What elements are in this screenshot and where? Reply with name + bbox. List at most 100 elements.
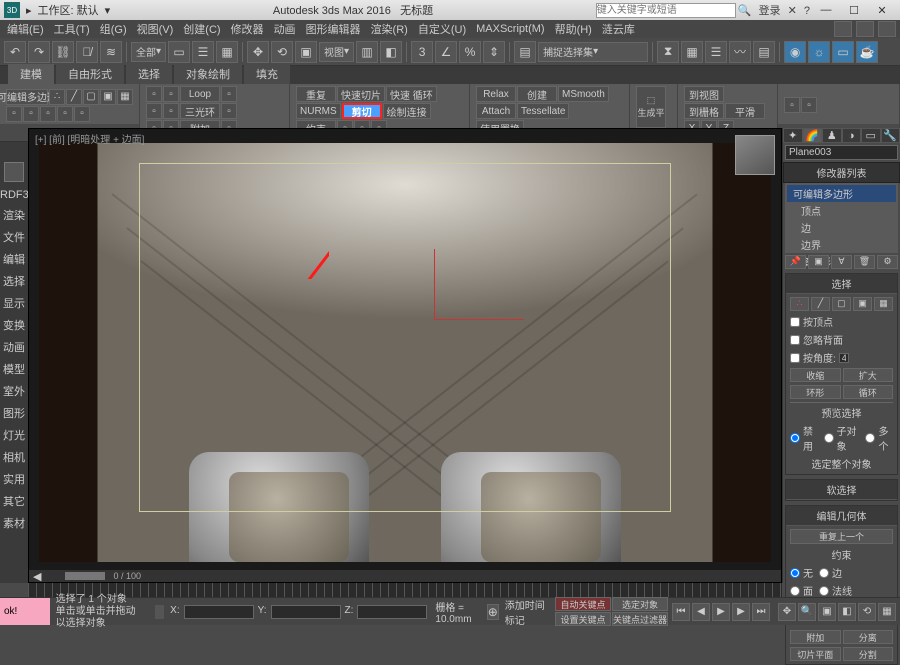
pm-b5[interactable]: ▫ [74, 106, 90, 122]
ms-i6[interactable]: ▫ [221, 103, 237, 119]
rollout-editgeo-header[interactable]: 编辑几何体 [786, 506, 897, 526]
select-object-button[interactable]: ▭ [168, 41, 190, 63]
byangle-checkbox[interactable] [790, 353, 800, 363]
tab-hierarchy[interactable]: ♟ [822, 128, 842, 143]
refcoord-dropdown[interactable]: 视图 ▾ [319, 42, 354, 62]
fov-button[interactable]: ◧ [838, 603, 856, 621]
menu-rendering[interactable]: 渲染(R) [368, 21, 411, 37]
stack-editable-poly[interactable]: 可编辑多边形 [787, 185, 896, 202]
stack-remove-button[interactable]: 🗑 [854, 255, 875, 269]
addtime-label[interactable]: 添加时间标记 [505, 597, 545, 627]
ribtab-selection[interactable]: 选择 [126, 64, 172, 84]
gencap-button[interactable]: ⬚生成平 [636, 86, 666, 128]
edge-so-button[interactable]: ╱ [66, 89, 82, 105]
percent-snap-button[interactable]: % [459, 41, 481, 63]
loop-sel-button[interactable]: 循环 [843, 385, 894, 399]
left-transform[interactable]: 变换 [0, 314, 28, 336]
pm-b2[interactable]: ▫ [23, 106, 39, 122]
quickloop-button[interactable]: 快速 循环 [386, 86, 437, 102]
ignoreback-checkbox[interactable] [790, 335, 800, 345]
left-select[interactable]: 选择 [0, 270, 28, 292]
nurms-button[interactable]: NURMS [296, 103, 341, 119]
menu-maxscript[interactable]: MAXScript(M) [473, 23, 547, 35]
left-outdoor[interactable]: 室外 [0, 380, 28, 402]
poly-so-button[interactable]: ▣ [100, 89, 116, 105]
zoom-extents-button[interactable]: ▣ [818, 603, 836, 621]
ms-i2[interactable]: ▫ [163, 86, 179, 102]
ribtab-objectpaint[interactable]: 对象绘制 [174, 64, 242, 84]
spinner-snap-button[interactable]: ⇕ [483, 41, 505, 63]
named-selection-dropdown[interactable]: 捕捉选择集 ▾ [538, 42, 648, 62]
stack-edge[interactable]: 边 [787, 219, 896, 236]
left-file[interactable]: 文件 [0, 226, 28, 248]
play-button[interactable]: ▶ [712, 603, 730, 621]
left-light[interactable]: 灯光 [0, 424, 28, 446]
rollout-selection-header[interactable]: 选择 [786, 274, 897, 294]
attach-button[interactable]: Attach [476, 103, 516, 119]
render-frame-button[interactable]: ▭ [832, 41, 854, 63]
menu-group[interactable]: 组(G) [97, 21, 130, 37]
render-prod-button[interactable]: ☕ [856, 41, 878, 63]
c-normal-radio[interactable] [819, 586, 829, 596]
object-name-field[interactable]: Plane003 [785, 145, 898, 160]
exchange-icon[interactable]: ✕ [788, 5, 797, 17]
viewport-scroll-x[interactable]: ◀0 / 100 [29, 570, 781, 582]
align-grid-button[interactable]: 到栅格 [684, 103, 724, 119]
viewcube[interactable] [735, 135, 775, 175]
so-vertex-button[interactable]: ∴ [790, 297, 809, 311]
modifier-stack[interactable]: 可编辑多边形 顶点 边 边界 多边形 元素 [785, 183, 898, 253]
menu-animation[interactable]: 动画 [271, 21, 299, 37]
layers-button[interactable]: ☰ [705, 41, 727, 63]
ring-button[interactable]: 三光环 [180, 103, 220, 119]
quickslice-button[interactable]: 快速切片 [337, 86, 385, 102]
border-so-button[interactable]: ▢ [83, 89, 99, 105]
menu-modifiers[interactable]: 修改器 [228, 21, 267, 37]
vertex-so-button[interactable]: ∴ [49, 89, 65, 105]
shrink-button[interactable]: 收缩 [790, 368, 841, 382]
goto-start-button[interactable]: ⏮ [672, 603, 690, 621]
selection-filter-dropdown[interactable]: 全部 ▾ [131, 42, 166, 62]
stack-pin-button[interactable]: 📌 [785, 255, 806, 269]
coord-z[interactable] [357, 605, 427, 619]
ws-arrow-icon[interactable]: ▸ [26, 4, 32, 17]
prev-frame-button[interactable]: ◀ [692, 603, 710, 621]
coord-y[interactable] [271, 605, 341, 619]
stack-unique-button[interactable]: ∀ [831, 255, 852, 269]
byvertex-checkbox[interactable] [790, 317, 800, 327]
create-button[interactable]: 创建 [517, 86, 557, 102]
stack-show-button[interactable]: ▣ [808, 255, 829, 269]
repeat-button[interactable]: 重复 [296, 86, 336, 102]
menu-edit[interactable]: 编辑(E) [4, 21, 47, 37]
ribtab-modeling[interactable]: 建模 [8, 64, 54, 84]
pm-b1[interactable]: ▫ [6, 106, 22, 122]
select-rotate-button[interactable]: ⟲ [271, 41, 293, 63]
align-view-button[interactable]: 到视图 [684, 86, 724, 102]
maxtoggle-button[interactable]: ▦ [878, 603, 896, 621]
so-edge-button[interactable]: ╱ [811, 297, 830, 311]
so-element-button[interactable]: ▦ [874, 297, 893, 311]
ring-sel-button[interactable]: 环形 [790, 385, 841, 399]
pan-button[interactable]: ✥ [778, 603, 796, 621]
viewport[interactable]: [+] [前] [明暗处理 + 边面] ◀0 / 100 [28, 128, 782, 583]
script-listener[interactable]: ok! [0, 598, 50, 625]
left-anim[interactable]: 动画 [0, 336, 28, 358]
tab-motion[interactable]: ◑ [842, 128, 862, 143]
left-shape[interactable]: 图形 [0, 402, 28, 424]
tab-create[interactable]: ✦ [783, 128, 803, 143]
material-ed-button[interactable]: ◉ [784, 41, 806, 63]
c-edge-radio[interactable] [819, 568, 829, 578]
left-model[interactable]: 模型 [0, 358, 28, 380]
minimize-button[interactable]: — [812, 4, 840, 16]
byangle-spinner[interactable] [839, 353, 849, 363]
ribtab-freeform[interactable]: 自由形式 [56, 64, 124, 84]
rollout-softsel-header[interactable]: 软选择 [786, 480, 897, 500]
msmooth-button[interactable]: MSmooth [558, 86, 609, 102]
relax-button[interactable]: Relax [476, 86, 516, 102]
prop-i1[interactable]: ▫ [784, 97, 800, 113]
link-button[interactable]: ⛓ [52, 41, 74, 63]
so-border-button[interactable]: ▢ [832, 297, 851, 311]
undo-button[interactable]: ↶ [4, 41, 26, 63]
keyfilter-button[interactable]: 关键点过滤器 [612, 612, 668, 626]
left-camera[interactable]: 相机 [0, 446, 28, 468]
select-scale-button[interactable]: ▣ [295, 41, 317, 63]
